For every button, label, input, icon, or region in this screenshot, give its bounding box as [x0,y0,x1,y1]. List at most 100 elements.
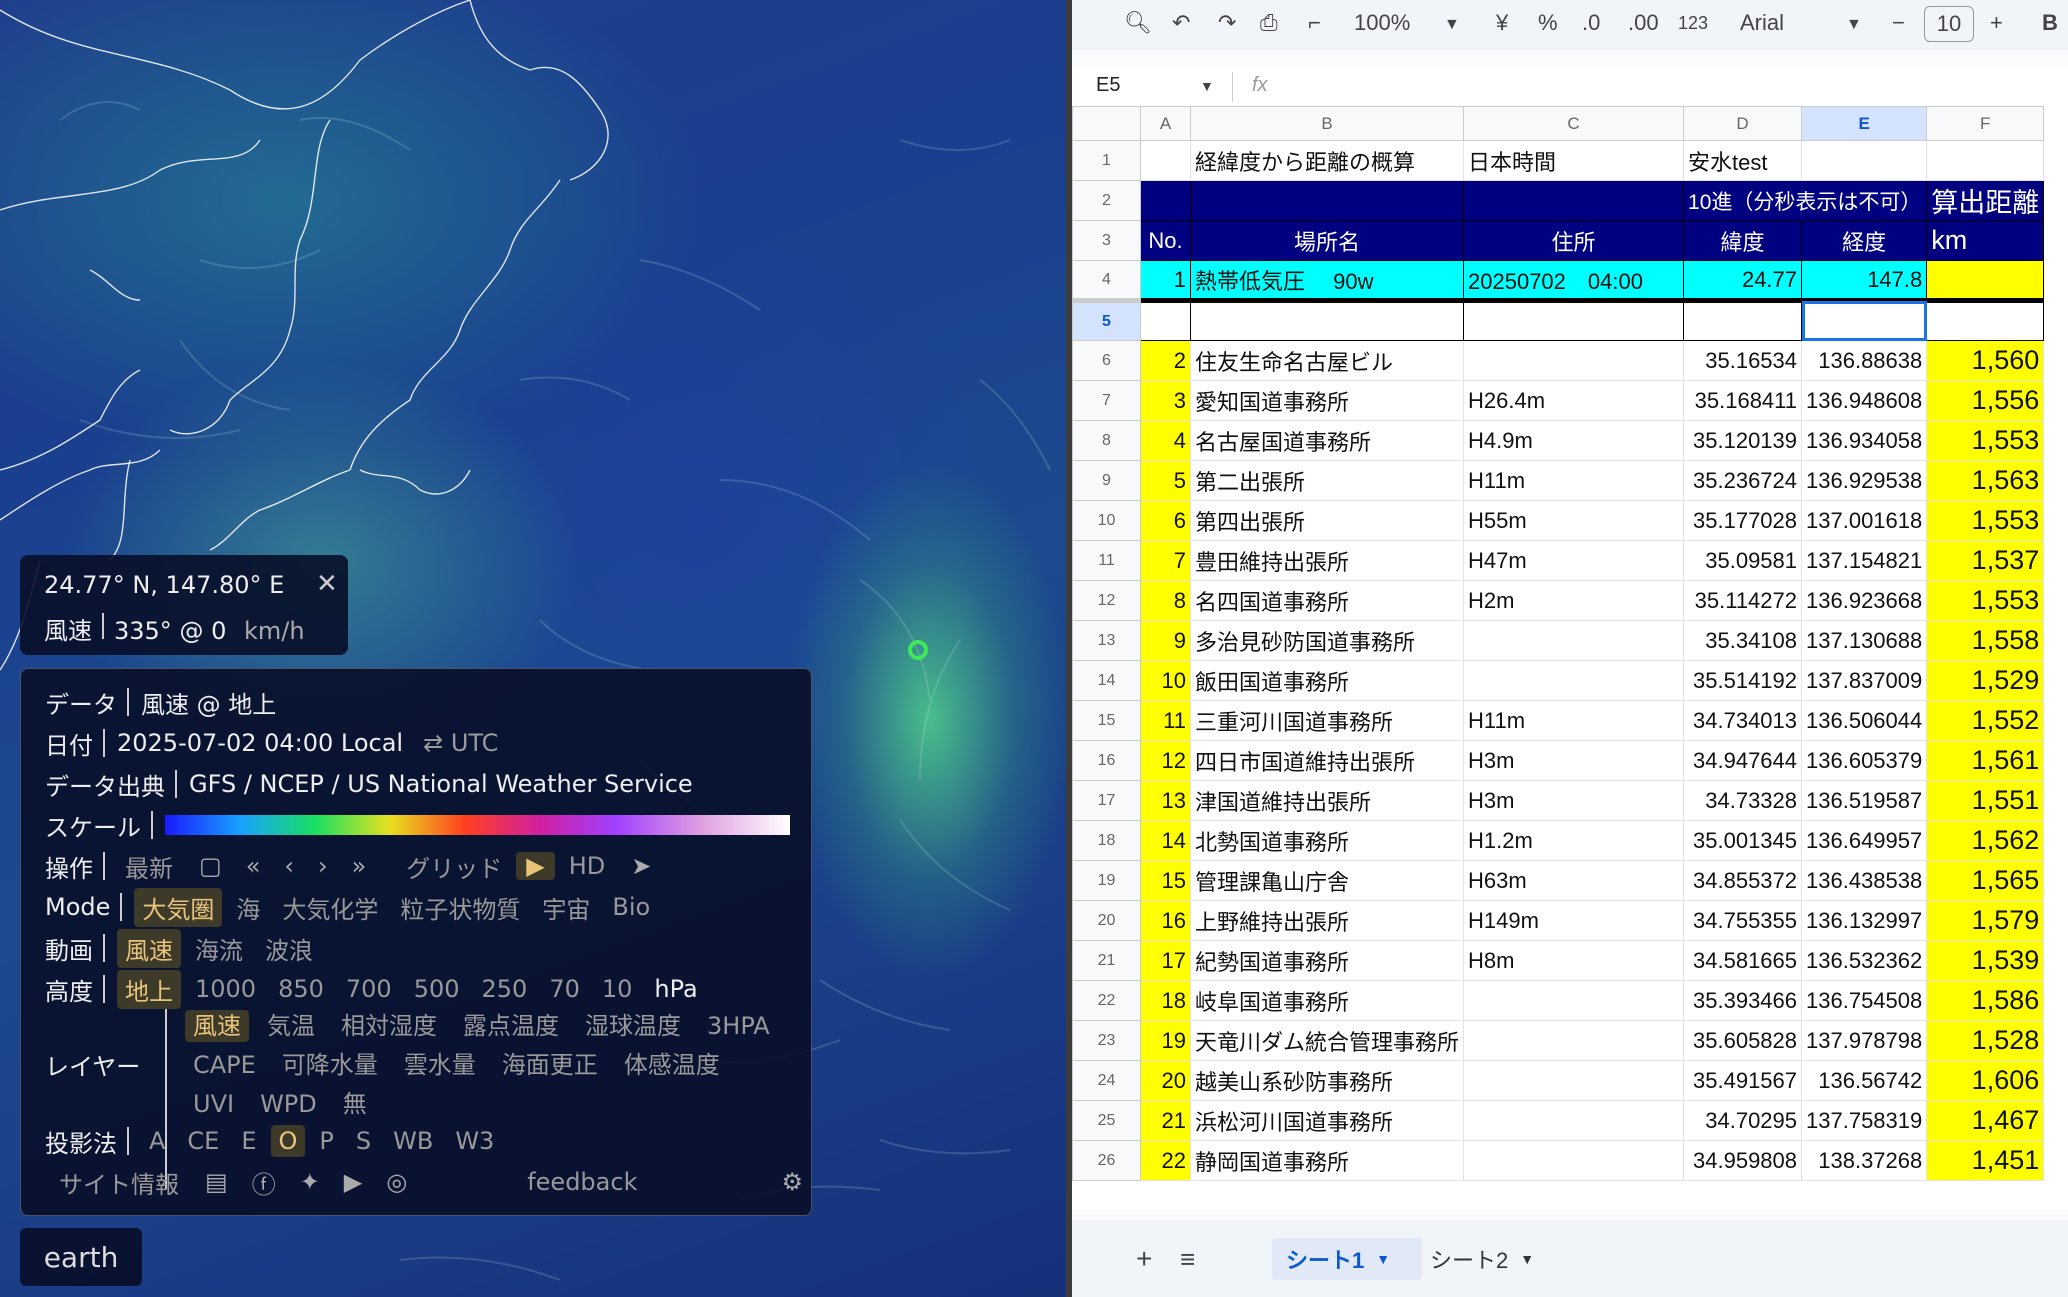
cell[interactable]: 三重河川国道事務所 [1189,700,1465,741]
proj-wb[interactable]: WB [385,1125,441,1157]
font-select[interactable]: Arial [1740,10,1784,36]
hd-toggle[interactable]: HD [561,850,614,882]
column-header-e[interactable]: E [1801,106,1928,141]
cell[interactable]: 136.649957 [1801,820,1928,861]
cell[interactable]: H55m [1463,500,1685,541]
cell[interactable]: 越美山系砂防事務所 [1189,1060,1465,1101]
cell[interactable]: 35.168411 [1683,380,1803,421]
cell[interactable] [1463,180,1685,221]
cell[interactable]: 1,560 [1926,340,2045,381]
cell[interactable]: 35.09581 [1683,540,1803,581]
height-70[interactable]: 70 [541,973,588,1005]
column-header-c[interactable]: C [1463,106,1685,141]
cell[interactable]: 136.934058 [1801,420,1928,461]
proj-o[interactable]: O [270,1125,306,1157]
row-header[interactable]: 5 [1072,300,1141,341]
layer-dewpoint[interactable]: 露点温度 [455,1010,567,1042]
cell[interactable] [1463,620,1685,661]
proj-p[interactable]: P [311,1125,341,1157]
selected-cell[interactable] [1801,300,1928,341]
cell[interactable]: 経度 [1801,220,1928,261]
cell[interactable]: 名四国道事務所 [1189,580,1465,621]
paint-format-icon[interactable]: ⌐ [1308,10,1321,36]
proj-a[interactable]: A [141,1125,173,1157]
row-header[interactable]: 19 [1072,860,1141,901]
cell[interactable]: 名古屋国道事務所 [1189,420,1465,461]
cell[interactable]: 19 [1140,1020,1191,1061]
cell[interactable]: 136.929538 [1801,460,1928,501]
cell[interactable]: 136.88638 [1801,340,1928,381]
cell[interactable]: 5 [1140,460,1191,501]
cell[interactable]: 137.154821 [1801,540,1928,581]
cell[interactable]: H63m [1463,860,1685,901]
cell[interactable]: 1,561 [1926,740,2045,781]
row-header[interactable]: 22 [1072,980,1141,1021]
layer-none[interactable]: 無 [335,1088,375,1120]
mode-bio[interactable]: Bio [604,891,658,923]
cell[interactable]: 35.16534 [1683,340,1803,381]
height-surface[interactable]: 地上 [117,969,181,1009]
cell[interactable] [1463,340,1685,381]
about-link[interactable]: サイト情報 [51,1163,187,1202]
cell[interactable] [1463,300,1685,341]
mode-space[interactable]: 宇宙 [534,888,598,927]
cell[interactable]: 緯度 [1683,220,1803,261]
cell[interactable]: 第二出張所 [1189,460,1465,501]
cell[interactable]: 12 [1140,740,1191,781]
earth-menu-button[interactable]: earth [20,1228,142,1286]
cell[interactable]: 137.130688 [1801,620,1928,661]
cell[interactable]: H47m [1463,540,1685,581]
cell[interactable]: 13 [1140,780,1191,821]
cell[interactable]: 34.581665 [1683,940,1803,981]
cell[interactable] [1926,300,2045,341]
proj-s[interactable]: S [348,1125,379,1157]
play-icon[interactable]: ▶ [516,852,555,880]
row-header[interactable]: 18 [1072,820,1141,861]
cell[interactable]: 35.514192 [1683,660,1803,701]
row-header[interactable]: 13 [1072,620,1141,661]
cell[interactable]: 138.37268 [1801,1140,1928,1181]
column-header-f[interactable]: F [1926,106,2045,141]
cell[interactable]: 35.120139 [1683,420,1803,461]
cell[interactable]: 管理課亀山庁舎 [1189,860,1465,901]
cell[interactable]: H3m [1463,740,1685,781]
cell[interactable]: 22 [1140,1140,1191,1181]
cell[interactable] [1189,180,1465,221]
youtube-icon[interactable]: ▶ [344,1168,362,1196]
cell[interactable] [1463,1100,1685,1141]
cell[interactable] [1140,140,1191,181]
font-size-input[interactable]: 10 [1924,6,1974,42]
cell[interactable]: 多治見砂防国道事務所 [1189,620,1465,661]
left-icon[interactable]: ‹ [284,852,294,880]
cell[interactable]: 21 [1140,1100,1191,1141]
cell[interactable]: 34.855372 [1683,860,1803,901]
cell[interactable]: 1 [1140,260,1191,303]
cell[interactable]: 場所名 [1189,220,1465,261]
cell[interactable]: 2 [1140,340,1191,381]
cell[interactable]: 北勢国道事務所 [1189,820,1465,861]
earth-map[interactable]: 24.77° N, 147.80° E ✕ 風速 335° @ 0 km/h デー… [0,0,1066,1297]
tab-sheet1[interactable]: シート1 ▼ [1272,1238,1422,1280]
cell[interactable]: H2m [1463,580,1685,621]
layer-tpw[interactable]: 可降水量 [274,1049,386,1081]
cell[interactable]: 熱帯低気圧 90w [1189,260,1465,303]
cell[interactable] [1463,660,1685,701]
cell[interactable]: 136.519587 [1801,780,1928,821]
select-all-corner[interactable] [1072,106,1141,141]
row-header[interactable]: 24 [1072,1060,1141,1101]
percent-button[interactable]: % [1538,10,1558,36]
all-sheets-icon[interactable]: ≡ [1166,1238,1209,1280]
tab-sheet1-chevron-icon[interactable]: ▼ [1376,1251,1390,1267]
redo-icon[interactable]: ↷ [1218,10,1236,36]
layer-temp[interactable]: 気温 [259,1010,323,1042]
cell[interactable]: 岐阜国道事務所 [1189,980,1465,1021]
cell[interactable]: 1,528 [1926,1020,2045,1061]
proj-e[interactable]: E [233,1125,264,1157]
mode-ocean[interactable]: 海 [228,888,268,927]
number-format-button[interactable]: 123 [1678,13,1708,34]
undo-icon[interactable]: ↶ [1172,10,1190,36]
cell-table[interactable]: A B C D E F 1 経緯度から距離の概算 日本時間 安水test 2 1… [1072,106,2045,1181]
cell[interactable]: 34.70295 [1683,1100,1803,1141]
cell[interactable]: 7 [1140,540,1191,581]
row-header[interactable]: 9 [1072,460,1141,501]
